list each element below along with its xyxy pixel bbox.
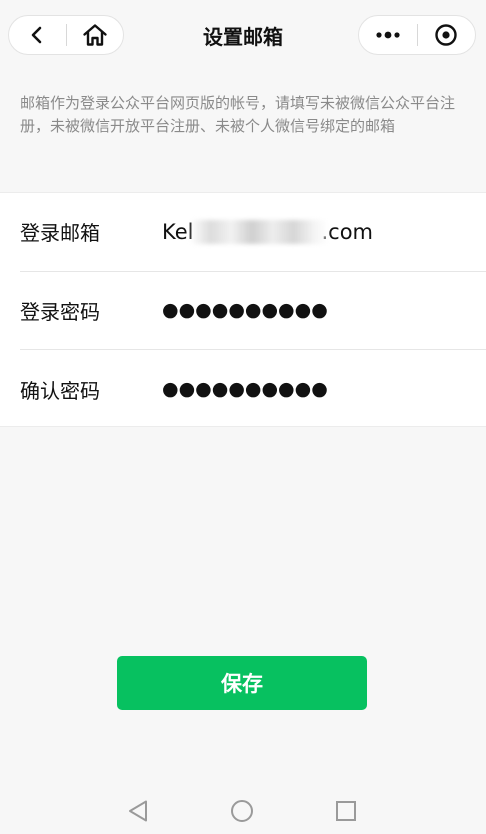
screen: 设置邮箱 邮箱作为登录公众平台网页版的帐号，请填写未被微信公众平台注册，未被微信… (0, 0, 486, 834)
password-label: 登录密码 (20, 299, 100, 324)
more-button[interactable] (359, 16, 417, 54)
password-row: 登录密码 ●●●●●●●●●● (20, 272, 486, 350)
system-recents-button[interactable] (326, 788, 366, 834)
password-field[interactable]: ●●●●●●●●●● (162, 290, 328, 330)
close-button[interactable] (418, 16, 476, 54)
email-form: 登录邮箱 Kel .com 登录密码 ●●●●●●●●●● 确认密码 ●●●●●… (0, 192, 486, 427)
system-home-button[interactable] (222, 788, 262, 834)
email-row: 登录邮箱 Kel .com (20, 193, 486, 272)
home-circle-icon (231, 800, 253, 822)
email-label: 登录邮箱 (20, 221, 100, 246)
navigation-bar: 设置邮箱 (0, 0, 486, 72)
system-back-button[interactable] (118, 788, 158, 834)
email-value-start: Kel (162, 219, 194, 244)
email-value-end: .com (321, 219, 374, 244)
email-field[interactable]: Kel .com (162, 212, 486, 252)
nav-right-capsule (358, 15, 476, 55)
recents-square-icon (336, 801, 356, 821)
save-button[interactable]: 保存 (117, 656, 367, 710)
email-description: 邮箱作为登录公众平台网页版的帐号，请填写未被微信公众平台注册，未被微信开放平台注… (20, 94, 456, 135)
back-chevron-icon (31, 26, 42, 44)
system-navigation-bar (0, 788, 486, 834)
more-dots-icon (376, 31, 400, 39)
confirm-password-row: 确认密码 ●●●●●●●●●● (20, 350, 486, 429)
back-button[interactable] (9, 16, 66, 54)
close-target-icon (435, 24, 457, 46)
confirm-password-field[interactable]: ●●●●●●●●●● (162, 369, 328, 409)
email-redaction-blur (190, 219, 328, 244)
nav-left-capsule (8, 15, 124, 55)
home-button[interactable] (67, 16, 124, 54)
confirm-password-label: 确认密码 (20, 378, 100, 403)
home-icon (83, 24, 107, 46)
back-triangle-icon (129, 800, 147, 822)
